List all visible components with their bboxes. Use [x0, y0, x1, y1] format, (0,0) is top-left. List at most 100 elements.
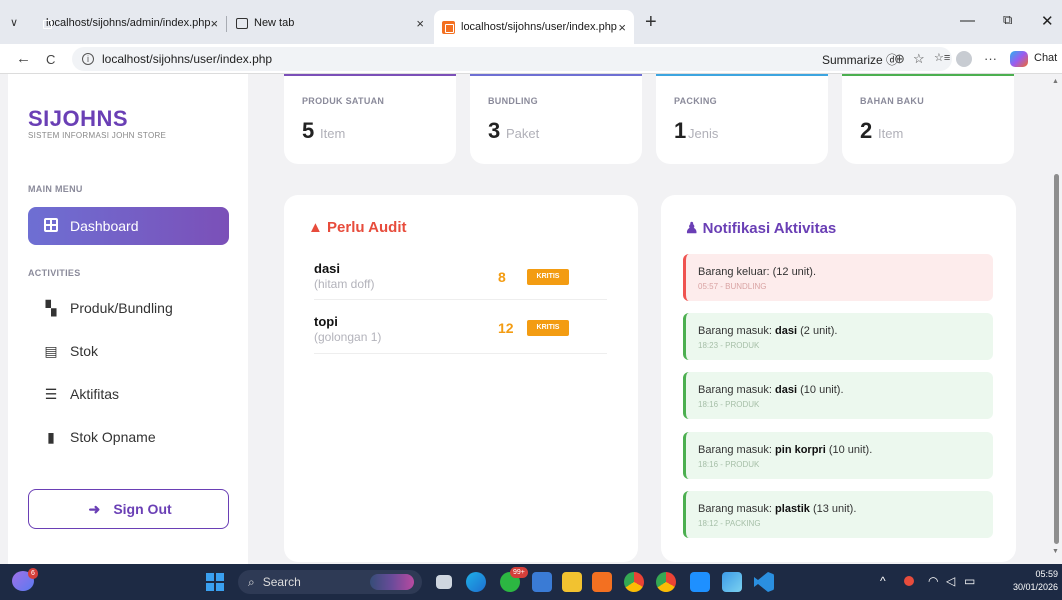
audit-item-variant: (hitam doff)	[314, 277, 375, 291]
notification-meta: 18:12 - PACKING	[698, 519, 761, 528]
sidebar-item-stok-opname[interactable]: ▮ Stok Opname	[28, 422, 229, 452]
chrome-icon[interactable]	[624, 572, 644, 592]
sidebar-item-label: Dashboard	[70, 218, 139, 234]
stat-unit: Paket	[506, 126, 540, 141]
close-window-icon[interactable]: ✕	[1041, 12, 1054, 30]
audit-item-qty: 12	[498, 320, 514, 336]
vscode-icon[interactable]	[754, 572, 774, 592]
close-tab-icon[interactable]: ×	[416, 16, 424, 31]
tab-new[interactable]: New tab ×	[228, 8, 432, 38]
address-text: localhost/sijohns/user/index.php	[102, 52, 273, 66]
photos-icon[interactable]	[722, 572, 742, 592]
row-divider	[314, 353, 607, 354]
chat-label[interactable]: Chat	[1034, 52, 1057, 64]
tray-chevron-icon[interactable]: ^	[880, 574, 886, 588]
xampp-favicon-icon	[442, 20, 455, 34]
audit-title: ▲ Perlu Audit	[308, 219, 407, 236]
browser-tab-bar: ∨ localhost/sijohns/admin/index.php × Ne…	[0, 0, 1062, 44]
taskbar-search[interactable]: ⌕ Search	[238, 570, 422, 594]
notification-title: ♟ Notifikasi Aktivitas	[685, 220, 837, 237]
stat-unit: Jenis	[688, 126, 719, 141]
favorite-star-icon[interactable]: ☆	[913, 51, 925, 67]
warehouse-icon: ▤	[44, 342, 58, 359]
list-check-icon: ☰	[44, 385, 58, 402]
profile-avatar[interactable]	[956, 51, 972, 67]
xampp-icon[interactable]	[592, 572, 612, 592]
windows-taskbar: 6 ⌕ Search 99+ ^ ◠ ◁ ▭ 05:59 30/01/2026	[0, 564, 1062, 600]
notification-item: Barang masuk: plastik (13 unit). 18:12 -…	[683, 491, 993, 538]
audit-item-name: topi	[314, 314, 338, 329]
new-tab-button[interactable]: +	[645, 11, 657, 34]
notification-item: Barang masuk: dasi (2 unit). 18:23 - PRO…	[683, 313, 993, 360]
wifi-icon[interactable]: ◠	[928, 574, 938, 588]
tab-actions-chevron-icon[interactable]: ∨	[10, 16, 18, 29]
edge-icon[interactable]	[466, 572, 486, 592]
minimize-icon[interactable]: —	[960, 12, 975, 29]
favorites-list-icon[interactable]: ☆≡	[934, 51, 950, 64]
stat-card-bundling: BUNDLING 3 Paket	[470, 74, 642, 164]
clock-time: 05:59	[1035, 569, 1058, 579]
page-viewport: SIJOHNS SISTEM INFORMASI JOHN STORE MAIN…	[8, 74, 1048, 564]
notification-text: Barang masuk: dasi (2 unit).	[698, 325, 838, 337]
chrome-profile-icon[interactable]	[656, 572, 676, 592]
sidebar-item-label: Aktifitas	[70, 386, 120, 402]
system-clock[interactable]: 05:59 30/01/2026	[996, 568, 1058, 594]
search-highlight-image	[370, 574, 414, 590]
store-icon[interactable]	[690, 572, 710, 592]
notification-card: ♟ Notifikasi Aktivitas Barang keluar: (1…	[661, 195, 1016, 562]
audit-item-qty: 8	[498, 269, 506, 285]
page-scrollbar[interactable]: ▲ ▼	[1050, 74, 1062, 564]
stat-card-bahan-baku: BAHAN BAKU 2 Item	[842, 74, 1014, 164]
battery-icon[interactable]: ▭	[964, 574, 975, 588]
sign-out-button[interactable]: ➜ Sign Out	[28, 489, 229, 529]
stat-unit: Item	[320, 126, 346, 141]
stat-title: BAHAN BAKU	[860, 96, 924, 106]
notification-text: Barang masuk: dasi (10 unit).	[698, 384, 844, 396]
zoom-icon[interactable]: ⊕	[894, 51, 905, 67]
notification-meta: 05:57 - BUNDLING	[698, 282, 767, 291]
brand-title: SIJOHNS	[28, 106, 129, 131]
scroll-thumb[interactable]	[1054, 174, 1059, 544]
calculator-icon[interactable]	[532, 572, 552, 592]
start-windows-icon[interactable]	[206, 573, 224, 591]
main-menu-label: MAIN MENU	[28, 184, 83, 194]
task-view-icon[interactable]	[436, 575, 452, 589]
restore-icon[interactable]: ⧉	[1003, 12, 1012, 28]
sign-out-icon: ➜	[88, 500, 101, 517]
stat-title: BUNDLING	[488, 96, 538, 106]
status-badge: KRITIS	[527, 269, 569, 285]
stat-card-packing: PACKING 1 Jenis	[656, 74, 828, 164]
sidebar-item-produk-bundling[interactable]: ▚ Produk/Bundling	[28, 293, 229, 323]
tab-title: localhost/sijohns/admin/index.php	[46, 17, 211, 29]
tab-title: New tab	[254, 17, 295, 29]
address-field[interactable]: i localhost/sijohns/user/index.php	[72, 47, 952, 71]
sidebar-item-stok[interactable]: ▤ Stok	[28, 336, 229, 366]
sidebar-item-aktifitas[interactable]: ☰ Aktifitas	[28, 379, 229, 409]
tab-admin[interactable]: localhost/sijohns/admin/index.php ×	[32, 8, 224, 38]
summarize-button[interactable]: Summarize ⓓ	[822, 51, 898, 68]
site-info-icon[interactable]: i	[82, 53, 94, 65]
close-tab-icon[interactable]: ×	[618, 20, 626, 35]
back-icon[interactable]: ←	[16, 50, 31, 67]
tab-title: localhost/sijohns/user/index.php	[461, 21, 617, 33]
notification-meta: 18:23 - PRODUK	[698, 341, 760, 350]
volume-icon[interactable]: ◁	[946, 574, 955, 588]
more-options-icon[interactable]: ···	[984, 51, 997, 66]
notification-text: Barang masuk: pin korpri (10 unit).	[698, 444, 873, 456]
notification-item: Barang masuk: dasi (10 unit). 18:16 - PR…	[683, 372, 993, 419]
close-tab-icon[interactable]: ×	[211, 16, 219, 31]
scroll-up-arrow-icon[interactable]: ▲	[1052, 78, 1059, 85]
notification-item: Barang masuk: pin korpri (10 unit). 18:1…	[683, 432, 993, 479]
tray-app-icon[interactable]	[904, 576, 914, 586]
copilot-icon[interactable]	[1010, 51, 1028, 67]
reload-icon[interactable]: C	[46, 52, 55, 67]
boxes-icon: ▚	[45, 299, 57, 316]
sidebar-item-dashboard[interactable]: Dashboard	[28, 207, 229, 245]
scroll-down-arrow-icon[interactable]: ▼	[1052, 548, 1059, 555]
warning-icon: ▲	[308, 219, 323, 236]
tab-user-active[interactable]: localhost/sijohns/user/index.php ×	[434, 10, 634, 44]
file-explorer-icon[interactable]	[562, 572, 582, 592]
notification-meta: 18:16 - PRODUK	[698, 460, 760, 469]
clock-date: 30/01/2026	[1012, 582, 1058, 592]
new-tab-page-icon	[236, 17, 248, 29]
